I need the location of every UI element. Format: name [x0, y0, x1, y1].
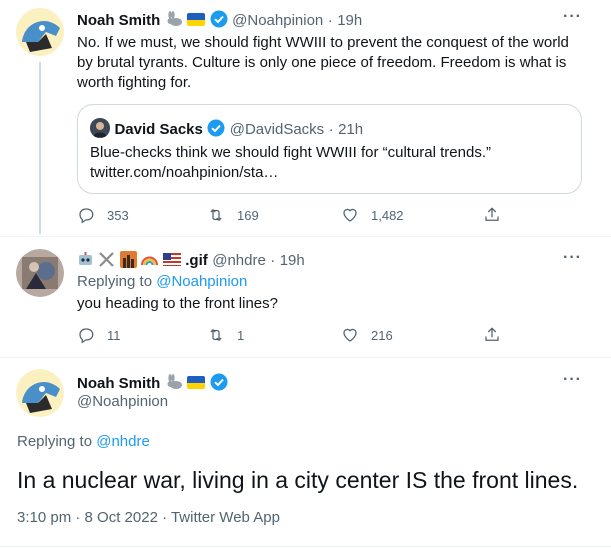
like-count: 216 — [371, 327, 393, 343]
retweet-button[interactable]: 1 — [207, 326, 244, 344]
author-name[interactable]: Noah Smith — [77, 375, 160, 392]
tweet-time[interactable]: 19h — [337, 12, 362, 29]
replying-to-prefix: Replying to — [17, 433, 93, 450]
divider — [0, 236, 611, 237]
quoted-tweet[interactable]: David Sacks @DavidSacks · 21h Blue-check… — [77, 104, 582, 194]
avatar-david-sacks — [90, 118, 110, 138]
verified-badge-icon — [210, 10, 228, 28]
verified-badge-icon — [210, 373, 228, 391]
replying-to-handle[interactable]: @Noahpinion — [156, 273, 247, 290]
author-handle[interactable]: @Noahpinion — [77, 393, 168, 410]
retweet-icon — [210, 328, 222, 342]
rabbit-emoji-icon — [165, 374, 183, 390]
tweet1-text: No. If we must, we should fight WWIII to… — [77, 33, 597, 93]
quoted-text-line: Blue-checks think we should fight WWIII … — [90, 144, 491, 161]
reply-button[interactable]: 11 — [77, 326, 121, 344]
us-flag-emoji-icon — [162, 253, 181, 266]
tweet-text-line: worth fighting for. — [77, 74, 192, 91]
retweet-icon — [210, 208, 222, 222]
rainbow-emoji-icon — [141, 251, 159, 268]
author-name[interactable]: Noah Smith — [77, 12, 160, 29]
reply-count: 353 — [107, 207, 129, 223]
share-icon — [485, 207, 499, 221]
reply-button[interactable]: 353 — [77, 206, 129, 224]
heart-icon — [343, 208, 357, 222]
quoted-tweet-text: Blue-checks think we should fight WWIII … — [90, 143, 570, 183]
quoted-author-name: David Sacks — [114, 121, 203, 138]
more-horizontal-icon[interactable]: ··· — [563, 249, 582, 267]
divider — [0, 357, 611, 358]
author-handle[interactable]: @Noahpinion — [232, 12, 323, 29]
tweet-text-line: by brutal tyrants. Culture is only one p… — [77, 54, 567, 71]
tweet-timestamp[interactable]: 3:10 pm · 8 Oct 2022 · Twitter Web App — [17, 509, 280, 526]
separator-dot: · — [328, 121, 334, 138]
tweet-text-line: No. If we must, we should fight WWIII to… — [77, 34, 569, 51]
divider — [0, 546, 611, 547]
quoted-tweet-time: 21h — [338, 121, 364, 138]
replying-to-handle[interactable]: @nhdre — [96, 433, 150, 450]
avatar-nhdre[interactable] — [16, 249, 64, 297]
share-icon — [485, 327, 499, 341]
tweet3-text: In a nuclear war, living in a city cente… — [17, 467, 579, 493]
robot-emoji-icon — [77, 251, 94, 268]
like-button[interactable]: 1,482 — [341, 206, 404, 224]
separator-dot: · — [327, 12, 333, 29]
replying-to-prefix: Replying to — [77, 273, 153, 290]
tweet1-header: Noah Smith @Noahpinion · 19h — [77, 10, 362, 30]
heart-icon — [343, 328, 357, 342]
thread-line — [39, 62, 41, 234]
quoted-tweet-header: David Sacks @DavidSacks · 21h — [90, 118, 363, 139]
ukraine-flag-icon — [187, 376, 206, 389]
quoted-link[interactable]: twitter.com/noahpinion/sta… — [90, 163, 570, 183]
tweet2-header: .gif @nhdre · 19h — [77, 251, 305, 270]
author-handle[interactable]: @nhdre — [212, 252, 266, 269]
more-horizontal-icon[interactable]: ··· — [563, 371, 582, 389]
tweet3-header: Noah Smith — [77, 373, 228, 393]
swords-emoji-icon — [98, 251, 115, 268]
ukraine-flag-icon — [187, 13, 206, 26]
avatar-noah-smith[interactable] — [16, 8, 64, 56]
more-horizontal-icon[interactable]: ··· — [563, 8, 582, 26]
cityscape-emoji-icon — [119, 251, 137, 268]
separator-dot: · — [270, 252, 276, 269]
share-button[interactable] — [483, 326, 501, 344]
tweet-time[interactable]: 19h — [280, 252, 305, 269]
verified-badge-icon — [207, 119, 225, 137]
retweet-count: 1 — [237, 327, 245, 343]
avatar-noah-smith[interactable] — [16, 369, 64, 417]
retweet-count: 169 — [237, 207, 259, 223]
tweet2-text: you heading to the front lines? — [77, 295, 278, 312]
retweet-button[interactable]: 169 — [207, 206, 259, 224]
quoted-author-handle: @DavidSacks — [229, 121, 325, 138]
like-count: 1,482 — [371, 207, 404, 223]
replying-to: Replying to @nhdre — [17, 432, 150, 452]
replying-to: Replying to @Noahpinion — [77, 272, 247, 292]
reply-icon — [79, 328, 94, 344]
author-name-suffix[interactable]: .gif — [185, 252, 208, 269]
like-button[interactable]: 216 — [341, 326, 393, 344]
share-button[interactable] — [483, 206, 501, 224]
rabbit-emoji-icon — [165, 11, 183, 27]
reply-icon — [79, 208, 94, 224]
reply-count: 11 — [107, 327, 121, 343]
